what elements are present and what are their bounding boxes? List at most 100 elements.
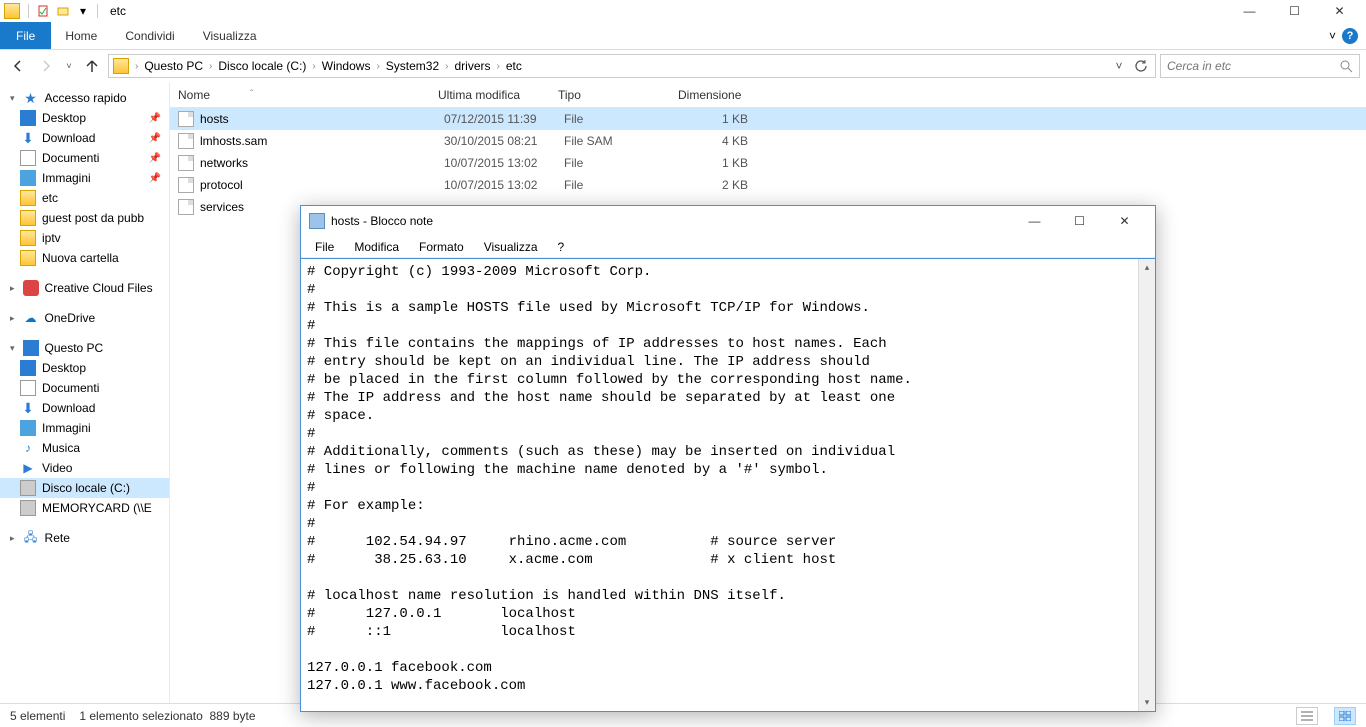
- sidebar-network[interactable]: ▸🖧Rete: [0, 528, 169, 548]
- forward-button[interactable]: [34, 54, 58, 78]
- file-tab[interactable]: File: [0, 22, 51, 49]
- sidebar-this-pc[interactable]: ▾ Questo PC: [0, 338, 169, 358]
- file-row[interactable]: networks10/07/2015 13:02File1 KB: [170, 152, 1366, 174]
- notepad-menu-file[interactable]: File: [307, 238, 342, 256]
- column-date[interactable]: Ultima modifica: [430, 88, 550, 102]
- sidebar-item-download[interactable]: ⬇Download📌: [0, 128, 169, 148]
- sidebar-item-video[interactable]: ▶Video: [0, 458, 169, 478]
- column-size[interactable]: Dimensione: [670, 88, 750, 102]
- breadcrumb-item[interactable]: Disco locale (C:): [214, 59, 310, 73]
- notepad-body: # Copyright (c) 1993-2009 Microsoft Corp…: [301, 258, 1155, 711]
- chevron-right-icon[interactable]: ›: [497, 61, 500, 72]
- ribbon-expand-icon[interactable]: ˅: [1329, 29, 1336, 43]
- file-size: 2 KB: [676, 178, 756, 192]
- tab-view[interactable]: Visualizza: [189, 22, 271, 49]
- notepad-text-area[interactable]: # Copyright (c) 1993-2009 Microsoft Corp…: [301, 259, 1138, 711]
- close-button[interactable]: ✕: [1317, 0, 1362, 22]
- notepad-maximize-button[interactable]: ☐: [1057, 207, 1102, 235]
- file-date: 10/07/2015 13:02: [436, 178, 556, 192]
- chevron-right-icon[interactable]: ›: [209, 61, 212, 72]
- sidebar-quick-access[interactable]: ▾ ★ Accesso rapido: [0, 88, 169, 108]
- divider: [97, 4, 98, 18]
- sidebar-item-desktop-pc[interactable]: Desktop: [0, 358, 169, 378]
- refresh-icon[interactable]: [1131, 59, 1151, 73]
- notepad-window[interactable]: hosts - Blocco note — ☐ ✕ File Modifica …: [300, 205, 1156, 712]
- sidebar-label: Accesso rapido: [45, 91, 127, 105]
- notepad-menu-format[interactable]: Formato: [411, 238, 472, 256]
- notepad-close-button[interactable]: ✕: [1102, 207, 1147, 235]
- qat-new-folder-icon[interactable]: [55, 3, 71, 19]
- sidebar-item-desktop[interactable]: Desktop📌: [0, 108, 169, 128]
- sidebar-item-local-disk[interactable]: Disco locale (C:): [0, 478, 169, 498]
- notepad-menu-view[interactable]: Visualizza: [476, 238, 546, 256]
- sidebar-item-memorycard[interactable]: MEMORYCARD (\\E: [0, 498, 169, 518]
- address-bar[interactable]: › Questo PC › Disco locale (C:) › Window…: [108, 54, 1156, 78]
- maximize-button[interactable]: ☐: [1272, 0, 1317, 22]
- caret-icon: ▾: [10, 343, 15, 354]
- breadcrumb-item[interactable]: etc: [502, 59, 526, 73]
- tab-home[interactable]: Home: [51, 22, 111, 49]
- notepad-title-bar[interactable]: hosts - Blocco note — ☐ ✕: [301, 206, 1155, 236]
- folder-icon: [20, 190, 36, 206]
- tab-share[interactable]: Condividi: [111, 22, 188, 49]
- caret-icon: ▸: [10, 313, 15, 324]
- breadcrumb-item[interactable]: System32: [382, 59, 443, 73]
- caret-icon: ▾: [10, 93, 15, 104]
- sidebar-item-etc[interactable]: etc: [0, 188, 169, 208]
- qat-customize-icon[interactable]: ▾: [75, 3, 91, 19]
- sidebar-item-documents[interactable]: Documenti📌: [0, 148, 169, 168]
- address-dropdown-icon[interactable]: ˅: [1109, 59, 1129, 73]
- chevron-right-icon[interactable]: ›: [312, 61, 315, 72]
- sidebar-label: OneDrive: [45, 311, 96, 325]
- sidebar-item-documents-pc[interactable]: Documenti: [0, 378, 169, 398]
- back-button[interactable]: [6, 54, 30, 78]
- breadcrumb-item[interactable]: Questo PC: [140, 59, 207, 73]
- notepad-menu-help[interactable]: ?: [550, 238, 573, 256]
- column-name[interactable]: Nomeˆ: [170, 88, 430, 102]
- sidebar-label: guest post da pubb: [42, 211, 144, 225]
- file-type: File: [556, 112, 676, 126]
- help-icon[interactable]: ?: [1342, 28, 1358, 44]
- file-row[interactable]: protocol10/07/2015 13:02File2 KB: [170, 174, 1366, 196]
- search-input[interactable]: [1167, 59, 1339, 73]
- recent-locations-button[interactable]: ˅: [62, 54, 76, 78]
- sidebar-label: Creative Cloud Files: [45, 281, 153, 295]
- sidebar-item-new-folder[interactable]: Nuova cartella: [0, 248, 169, 268]
- file-row[interactable]: hosts07/12/2015 11:39File1 KB: [170, 108, 1366, 130]
- sidebar-item-images[interactable]: Immagini📌: [0, 168, 169, 188]
- scroll-down-icon[interactable]: ▾: [1139, 694, 1155, 711]
- notepad-scrollbar[interactable]: ▴ ▾: [1138, 259, 1155, 711]
- scroll-up-icon[interactable]: ▴: [1139, 259, 1155, 276]
- file-name: lmhosts.sam: [200, 134, 436, 148]
- qat-properties-icon[interactable]: [35, 3, 51, 19]
- sidebar-onedrive[interactable]: ▸☁OneDrive: [0, 308, 169, 328]
- sidebar-item-guest-post[interactable]: guest post da pubb: [0, 208, 169, 228]
- search-box[interactable]: [1160, 54, 1360, 78]
- sidebar-item-music[interactable]: ♪Musica: [0, 438, 169, 458]
- sidebar-item-images-pc[interactable]: Immagini: [0, 418, 169, 438]
- minimize-button[interactable]: —: [1227, 0, 1272, 22]
- notepad-minimize-button[interactable]: —: [1012, 207, 1057, 235]
- view-large-icons-button[interactable]: [1334, 707, 1356, 725]
- breadcrumb-item[interactable]: Windows: [318, 59, 375, 73]
- sidebar-item-download-pc[interactable]: ⬇Download: [0, 398, 169, 418]
- file-name: protocol: [200, 178, 436, 192]
- breadcrumb-item[interactable]: drivers: [451, 59, 495, 73]
- chevron-right-icon[interactable]: ›: [376, 61, 379, 72]
- up-button[interactable]: [80, 54, 104, 78]
- chevron-right-icon[interactable]: ›: [445, 61, 448, 72]
- sidebar-creative-cloud[interactable]: ▸Creative Cloud Files: [0, 278, 169, 298]
- notepad-menu-edit[interactable]: Modifica: [346, 238, 407, 256]
- file-size: 1 KB: [676, 156, 756, 170]
- file-row[interactable]: lmhosts.sam30/10/2015 08:21File SAM4 KB: [170, 130, 1366, 152]
- sidebar-label: Questo PC: [45, 341, 104, 355]
- search-icon[interactable]: [1339, 59, 1353, 73]
- sidebar-label: iptv: [42, 231, 61, 245]
- desktop-icon: [20, 360, 36, 376]
- sidebar-item-iptv[interactable]: iptv: [0, 228, 169, 248]
- desktop-icon: [20, 110, 36, 126]
- column-type[interactable]: Tipo: [550, 88, 670, 102]
- view-details-button[interactable]: [1296, 707, 1318, 725]
- pin-icon: 📌: [149, 173, 161, 184]
- chevron-right-icon[interactable]: ›: [135, 61, 138, 72]
